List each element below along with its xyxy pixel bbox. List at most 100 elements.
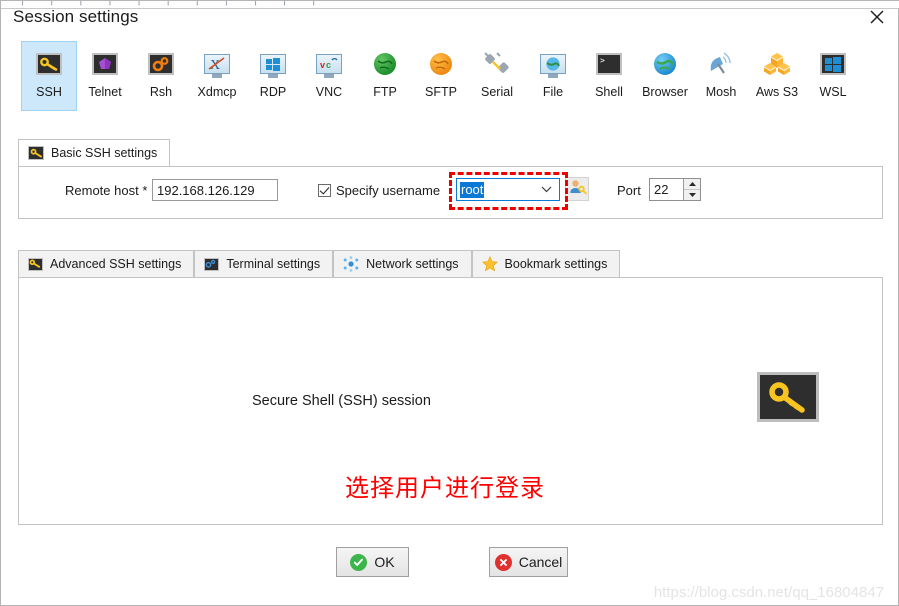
terminal-icon xyxy=(204,257,220,271)
port-spinner[interactable] xyxy=(683,179,700,200)
session-type-rsh[interactable]: Rsh xyxy=(133,41,189,111)
ssh-key-icon xyxy=(28,257,43,271)
session-type-label: RDP xyxy=(259,85,287,99)
session-type-vnc[interactable]: v c VNC xyxy=(301,41,357,111)
user-key-icon xyxy=(568,178,587,200)
page-title: Session settings xyxy=(13,7,139,26)
session-type-aws-s3[interactable]: Aws S3 xyxy=(749,41,805,111)
vnc-monitor-icon: v c xyxy=(314,49,344,79)
sftp-globe-icon xyxy=(426,49,456,79)
session-type-ssh[interactable]: SSH xyxy=(21,41,77,111)
session-type-label: SSH xyxy=(36,85,62,99)
basic-settings-panel: Remote host * Specify username root xyxy=(18,166,883,219)
remote-host-input[interactable] xyxy=(152,179,278,201)
settings-subtabs: Advanced SSH settings Terminal settings xyxy=(18,250,621,277)
watermark-text: https://blog.csdn.net/qq_16804847 xyxy=(653,584,884,601)
ok-button[interactable]: OK xyxy=(336,547,409,577)
session-type-label: Rsh xyxy=(149,85,173,99)
session-type-shell[interactable]: > Shell xyxy=(581,41,637,111)
session-type-label: File xyxy=(542,85,564,99)
ftp-globe-icon xyxy=(370,49,400,79)
tab-label: Bookmark settings xyxy=(504,257,608,271)
session-type-sftp[interactable]: SFTP xyxy=(413,41,469,111)
session-type-wsl[interactable]: WSL xyxy=(805,41,861,111)
serial-plug-icon xyxy=(482,49,512,79)
mosh-dish-icon xyxy=(706,49,736,79)
tab-advanced-ssh-settings[interactable]: Advanced SSH settings xyxy=(18,250,195,277)
rsh-gears-icon xyxy=(146,49,176,79)
ssh-key-icon xyxy=(34,49,64,79)
session-type-label: Telnet xyxy=(88,85,122,99)
star-icon xyxy=(481,256,498,272)
session-type-rdp[interactable]: RDP xyxy=(245,41,301,111)
x-circle-icon xyxy=(494,553,512,571)
tab-network-settings[interactable]: Network settings xyxy=(333,250,472,277)
spinner-down-button[interactable] xyxy=(684,190,700,200)
annotation-text: 选择用户进行登录 xyxy=(345,474,545,502)
basic-settings-tabstrip: Basic SSH settings xyxy=(18,139,171,167)
session-type-label: Aws S3 xyxy=(755,85,799,99)
session-settings-dialog: ||||||||||| Session settings SSH xyxy=(0,0,899,606)
ssh-key-icon xyxy=(757,372,819,422)
session-type-label: WSL xyxy=(819,85,847,99)
session-description: Secure Shell (SSH) session xyxy=(252,393,431,409)
session-type-label: Shell xyxy=(595,85,623,99)
network-icon xyxy=(343,256,359,272)
svg-text:v: v xyxy=(320,60,325,70)
browser-globe-icon xyxy=(650,49,680,79)
checkbox-box-icon xyxy=(318,184,331,197)
tab-basic-ssh-settings[interactable]: Basic SSH settings xyxy=(18,139,171,167)
telnet-icon xyxy=(90,49,120,79)
session-type-xdmcp[interactable]: X Xdmcp xyxy=(189,41,245,111)
rdp-windows-icon xyxy=(258,49,288,79)
svg-text:>: > xyxy=(600,56,605,65)
session-type-label: SFTP xyxy=(425,85,457,99)
session-type-label: Serial xyxy=(481,85,513,99)
session-type-file[interactable]: File xyxy=(525,41,581,111)
port-input[interactable] xyxy=(650,179,686,200)
session-type-label: Mosh xyxy=(705,85,737,99)
port-field-wrap xyxy=(649,178,701,201)
tab-terminal-settings[interactable]: Terminal settings xyxy=(194,250,334,277)
wsl-windows-icon xyxy=(818,49,848,79)
chevron-down-icon[interactable] xyxy=(541,181,552,196)
tab-label: Advanced SSH settings xyxy=(50,257,182,271)
session-type-toolbar: SSH Telnet Rsh Xdmcp RDP v c VNC FTP SFT… xyxy=(1,41,899,113)
session-type-label: Browser xyxy=(642,85,688,99)
session-type-ftp[interactable]: FTP xyxy=(357,41,413,111)
caret-down-icon xyxy=(688,193,696,197)
remote-host-label: Remote host * xyxy=(65,183,148,198)
port-label: Port xyxy=(617,183,641,198)
session-type-label: Xdmcp xyxy=(197,85,237,99)
session-type-serial[interactable]: Serial xyxy=(469,41,525,111)
ok-button-label: OK xyxy=(374,554,395,570)
session-type-browser[interactable]: Browser xyxy=(637,41,693,111)
session-type-label: VNC xyxy=(315,85,343,99)
close-button[interactable] xyxy=(862,4,892,30)
session-type-mosh[interactable]: Mosh xyxy=(693,41,749,111)
tab-label: Basic SSH settings xyxy=(51,146,158,160)
cancel-button-label: Cancel xyxy=(518,554,563,570)
user-picker-button[interactable] xyxy=(565,177,589,201)
shell-prompt-icon: > xyxy=(594,49,624,79)
clipped-top-text: ||||||||||| xyxy=(21,1,341,6)
check-circle-icon xyxy=(350,553,368,571)
aws-s3-boxes-icon xyxy=(762,49,792,79)
username-value: root xyxy=(460,181,485,198)
file-monitor-icon xyxy=(538,49,568,79)
ssh-key-icon xyxy=(28,146,44,160)
username-combobox[interactable]: root xyxy=(456,178,560,201)
caret-up-icon xyxy=(688,182,696,186)
session-type-label: FTP xyxy=(373,85,397,99)
tab-label: Network settings xyxy=(366,257,459,271)
cancel-button[interactable]: Cancel xyxy=(489,547,568,577)
xdmcp-monitor-icon: X xyxy=(202,49,232,79)
session-type-telnet[interactable]: Telnet xyxy=(77,41,133,111)
close-icon xyxy=(870,10,884,24)
tab-bookmark-settings[interactable]: Bookmark settings xyxy=(471,250,621,277)
specify-username-label: Specify username xyxy=(336,183,441,198)
tab-label: Terminal settings xyxy=(226,257,321,271)
specify-username-checkbox[interactable]: Specify username xyxy=(318,183,440,198)
spinner-up-button[interactable] xyxy=(684,179,700,190)
svg-text:c: c xyxy=(326,60,331,70)
